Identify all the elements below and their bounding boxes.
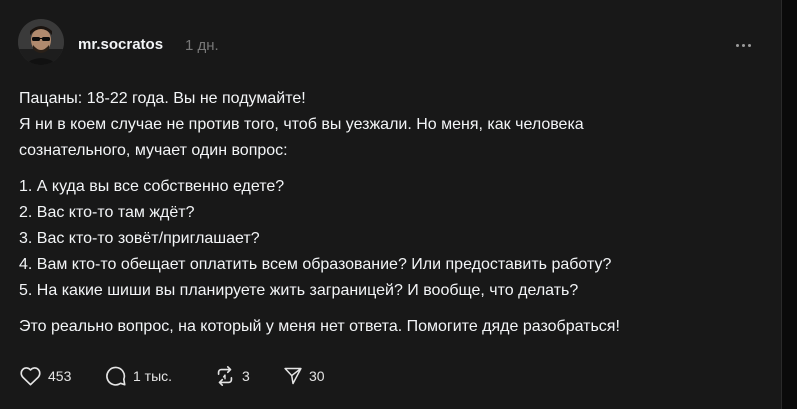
- share-count: 30: [309, 368, 325, 384]
- post-closing-line: Это реально вопрос, на который у меня не…: [19, 318, 620, 335]
- post-card: mr.socratos 1 дн. Пацаны: 18-22 года. Вы…: [0, 0, 782, 409]
- repost-icon: [217, 366, 233, 386]
- list-item: 4. Вам кто-то обещает оплатить всем обра…: [19, 256, 612, 273]
- send-icon: [284, 367, 302, 385]
- reply-count: 1 тыс.: [133, 368, 173, 384]
- post-actions: 453 1 тыс. 3 30: [19, 365, 419, 387]
- post-text-line: сознательного, мучает один вопрос:: [19, 142, 288, 159]
- post-body: Пацаны: 18-22 года. Вы не подумайте! Я н…: [19, 86, 759, 340]
- list-item: 3. Вас кто-то зовёт/приглашает?: [19, 230, 260, 247]
- repost-button[interactable]: 3: [214, 365, 250, 387]
- repost-count: 3: [242, 368, 250, 384]
- heart-icon: [20, 367, 41, 386]
- post-text-line: Я ни в коем случае не против того, чтоб …: [19, 116, 584, 133]
- like-button[interactable]: 453: [19, 365, 71, 387]
- avatar[interactable]: [18, 19, 64, 65]
- post-text-line: Пацаны: 18-22 года. Вы не подумайте!: [19, 90, 306, 107]
- list-item: 1. А куда вы все собственно едете?: [19, 178, 285, 195]
- post-time[interactable]: 1 дн.: [185, 37, 219, 54]
- author-username[interactable]: mr.socratos: [78, 36, 163, 53]
- comment-icon: [106, 366, 126, 386]
- more-dots-icon[interactable]: [733, 36, 755, 56]
- like-count: 453: [48, 368, 72, 384]
- list-item: 5. На какие шиши вы планируете жить загр…: [19, 282, 579, 299]
- share-button[interactable]: 30: [283, 365, 325, 387]
- reply-button[interactable]: 1 тыс.: [105, 365, 172, 387]
- avatar-man-with-sunglasses-icon: [18, 19, 64, 65]
- list-item: 2. Вас кто-то там ждёт?: [19, 204, 195, 221]
